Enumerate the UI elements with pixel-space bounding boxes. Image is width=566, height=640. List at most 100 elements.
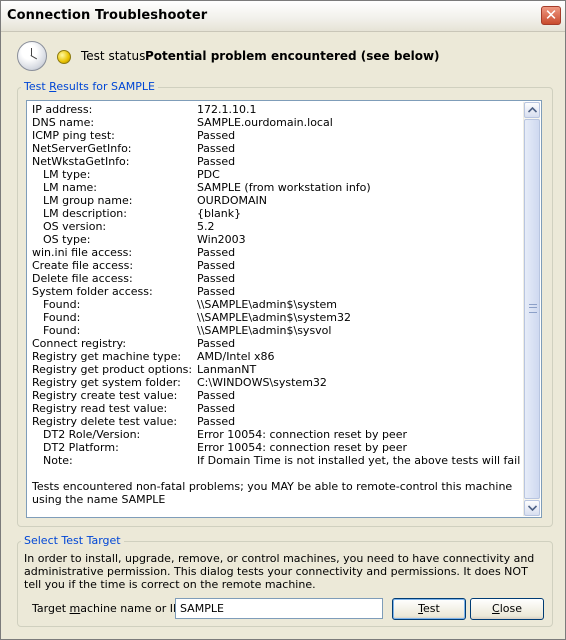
result-value: C:\WINDOWS\system32 (197, 376, 327, 389)
result-row: IP address: 172.1.10.1 (32, 103, 522, 116)
result-value: Passed (197, 285, 236, 298)
chevron-up-icon (528, 107, 537, 113)
result-value: AMD/Intel x86 (197, 350, 275, 363)
result-key: ICMP ping test: (32, 129, 115, 142)
connection-troubleshooter-window: Connection Troubleshooter ✕ Test status:… (0, 0, 566, 640)
result-key: System folder access: (32, 285, 153, 298)
result-key: Note: (43, 454, 73, 467)
result-value: Passed (197, 337, 236, 350)
result-key: Connect registry: (32, 337, 127, 350)
result-key: Registry delete test value: (32, 415, 178, 428)
test-status-label: Test status: (81, 49, 150, 63)
result-row: LM group name: OURDOMAIN (32, 194, 522, 207)
window-title: Connection Troubleshooter (7, 8, 208, 23)
result-row: DT2 Role/Version: Error 10054: connection… (32, 428, 522, 441)
result-value: SAMPLE (from workstation info) (197, 181, 371, 194)
result-key: Registry get machine type: (32, 350, 182, 363)
result-value: \\SAMPLE\admin$\sysvol (197, 324, 332, 337)
result-row: Registry get machine type: AMD/Intel x86 (32, 350, 522, 363)
test-results-content: IP address: 172.1.10.1 DNS name: SAMPLE.our… (32, 103, 522, 506)
result-value: \\SAMPLE\admin$\system32 (197, 311, 351, 324)
result-key: DT2 Role/Version: (43, 428, 141, 441)
scroll-down-button[interactable] (524, 500, 540, 516)
result-row: Registry read test value: Passed (32, 402, 522, 415)
result-row: System folder access: Passed (32, 285, 522, 298)
result-key: Create file access: (32, 259, 134, 272)
result-row: Found: \\SAMPLE\admin$\system32 (32, 311, 522, 324)
target-machine-input[interactable] (175, 598, 383, 619)
result-row: OS version: 5.2 (32, 220, 522, 233)
result-value: Passed (197, 129, 236, 142)
test-status-value: Potential problem encountered (see below… (145, 49, 440, 63)
result-key: Found: (43, 298, 81, 311)
close-icon: ✕ (544, 6, 558, 24)
result-value: 5.2 (197, 220, 215, 233)
scroll-grip-icon (529, 304, 537, 313)
result-key: Found: (43, 311, 81, 324)
result-key: NetWkstaGetInfo: (32, 155, 130, 168)
scroll-thumb[interactable] (524, 119, 540, 499)
result-key: DT2 Platform: (43, 441, 119, 454)
result-row: NetWkstaGetInfo: Passed (32, 155, 522, 168)
result-row: Registry get product options: LanmanNT (32, 363, 522, 376)
result-key: DNS name: (32, 116, 95, 129)
result-row: DNS name: SAMPLE.ourdomain.local (32, 116, 522, 129)
result-value: Passed (197, 402, 236, 415)
test-results-conclusion: Tests encountered non-fatal problems; yo… (32, 480, 513, 506)
result-row: LM type: PDC (32, 168, 522, 181)
result-key: Registry get product options: (32, 363, 193, 376)
result-row: Registry create test value: Passed (32, 389, 522, 402)
result-key: Delete file access: (32, 272, 133, 285)
result-key: Registry get system folder: (32, 376, 181, 389)
test-button[interactable]: Test (392, 598, 466, 620)
result-value: {blank} (197, 207, 242, 220)
result-value: Passed (197, 246, 236, 259)
result-value: SAMPLE.ourdomain.local (197, 116, 333, 129)
result-value: PDC (197, 168, 220, 181)
window-close-button[interactable]: ✕ (541, 6, 561, 25)
result-key: win.ini file access: (32, 246, 133, 259)
result-key: LM description: (43, 207, 127, 220)
result-key: OS type: (43, 233, 91, 246)
result-value: Error 10054: connection reset by peer (197, 428, 407, 441)
result-value: Passed (197, 155, 236, 168)
close-button[interactable]: Close (470, 598, 544, 620)
result-row: Found: \\SAMPLE\admin$\sysvol (32, 324, 522, 337)
result-row: DT2 Platform: Error 10054: connection res… (32, 441, 522, 454)
result-key: LM group name: (43, 194, 133, 207)
result-row: Connect registry: Passed (32, 337, 522, 350)
result-value: LanmanNT (197, 363, 257, 376)
clock-icon (17, 41, 47, 71)
result-row: NetServerGetInfo: Passed (32, 142, 522, 155)
result-row: Registry delete test value: Passed (32, 415, 522, 428)
result-key: Registry create test value: (32, 389, 178, 402)
result-value: Passed (197, 415, 236, 428)
result-key: Registry read test value: (32, 402, 168, 415)
scroll-up-button[interactable] (524, 102, 540, 118)
select-test-target-legend: Select Test Target (21, 534, 124, 547)
result-key: OS version: (43, 220, 107, 233)
title-bar[interactable]: Connection Troubleshooter ✕ (1, 1, 565, 32)
result-key: NetServerGetInfo: (32, 142, 132, 155)
chevron-down-icon (528, 505, 537, 511)
result-key: LM type: (43, 168, 91, 181)
result-value: \\SAMPLE\admin$\system (197, 298, 337, 311)
result-row: Registry get system folder: C:\WINDOWS\sy… (32, 376, 522, 389)
result-value: Passed (197, 142, 236, 155)
result-value: If Domain Time is not installed yet, the… (197, 454, 521, 467)
result-value: Passed (197, 272, 236, 285)
test-results-textbox[interactable]: IP address: 172.1.10.1 DNS name: SAMPLE.our… (26, 100, 542, 518)
result-key: IP address: (32, 103, 93, 116)
result-row: Create file access: Passed (32, 259, 522, 272)
target-machine-label: Target machine name or IP: (32, 602, 184, 615)
result-row: Delete file access: Passed (32, 272, 522, 285)
test-results-legend: Test Results for SAMPLE (21, 80, 158, 93)
result-key: LM name: (43, 181, 98, 194)
vertical-scrollbar[interactable] (523, 102, 540, 516)
result-row: win.ini file access: Passed (32, 246, 522, 259)
test-results-group: Test Results for SAMPLE IP address: 172.1… (17, 80, 553, 527)
result-row: ICMP ping test: Passed (32, 129, 522, 142)
result-value: 172.1.10.1 (197, 103, 257, 116)
result-row: LM description: {blank} (32, 207, 522, 220)
result-value: Win2003 (197, 233, 246, 246)
